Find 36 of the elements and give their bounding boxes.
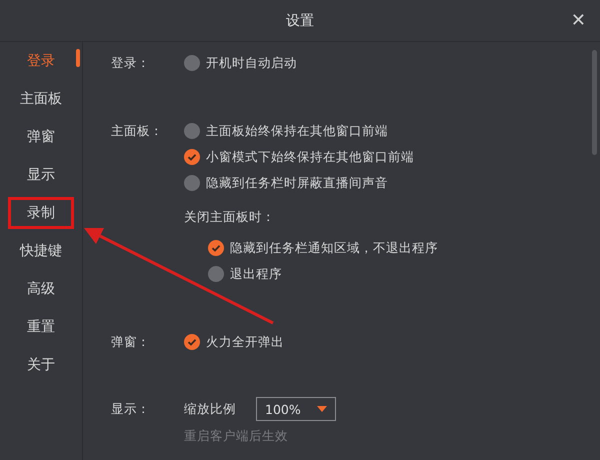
option-label[interactable]: 主面板始终保持在其他窗口前端 [206, 122, 388, 140]
sidebar-item[interactable]: 主面板 [8, 80, 74, 118]
select-label: 缩放比例 [184, 400, 236, 418]
unchecked-radio[interactable] [184, 55, 200, 71]
checked-radio[interactable] [208, 240, 224, 256]
sidebar-item[interactable]: 快捷键 [8, 232, 74, 270]
option-label[interactable]: 隐藏到任务栏时屏蔽直播间声音 [206, 174, 388, 192]
option-label[interactable]: 退出程序 [230, 266, 282, 282]
scale-dropdown[interactable]: 100% [256, 397, 336, 421]
section-label: 弹窗： [111, 333, 151, 351]
section-label: 主面板： [111, 122, 164, 140]
close-button[interactable]: ✕ [570, 10, 586, 31]
option-label[interactable]: 小窗模式下始终保持在其他窗口前端 [206, 148, 414, 166]
scrollbar-thumb[interactable] [592, 50, 597, 155]
option-label[interactable]: 火力全开弹出 [206, 334, 284, 350]
caret-icon [317, 406, 327, 412]
sidebar-item[interactable]: 重置 [8, 308, 74, 346]
checked-radio[interactable] [184, 334, 200, 350]
subheading: 关闭主面板时： [184, 208, 276, 226]
option-label[interactable]: 开机时自动启动 [206, 54, 297, 72]
section-label: 显示： [111, 400, 151, 418]
unchecked-radio[interactable] [208, 266, 224, 282]
sidebar-item[interactable]: 登录 [8, 42, 74, 80]
window-title: 设置 [286, 12, 314, 30]
sidebar-item[interactable]: 录制 [8, 197, 74, 229]
sidebar-item[interactable]: 显示 [8, 156, 74, 194]
checked-radio[interactable] [184, 149, 200, 165]
unchecked-radio[interactable] [184, 175, 200, 191]
active-indicator [76, 49, 80, 67]
hint-text: 重启客户端后生效 [184, 427, 289, 445]
option-label[interactable]: 隐藏到任务栏通知区域，不退出程序 [230, 240, 438, 256]
section-label: 登录： [111, 54, 151, 72]
sidebar-item[interactable]: 弹窗 [8, 118, 74, 156]
unchecked-radio[interactable] [184, 123, 200, 139]
sidebar-item[interactable]: 关于 [8, 346, 74, 384]
sidebar-item[interactable]: 高级 [8, 270, 74, 308]
